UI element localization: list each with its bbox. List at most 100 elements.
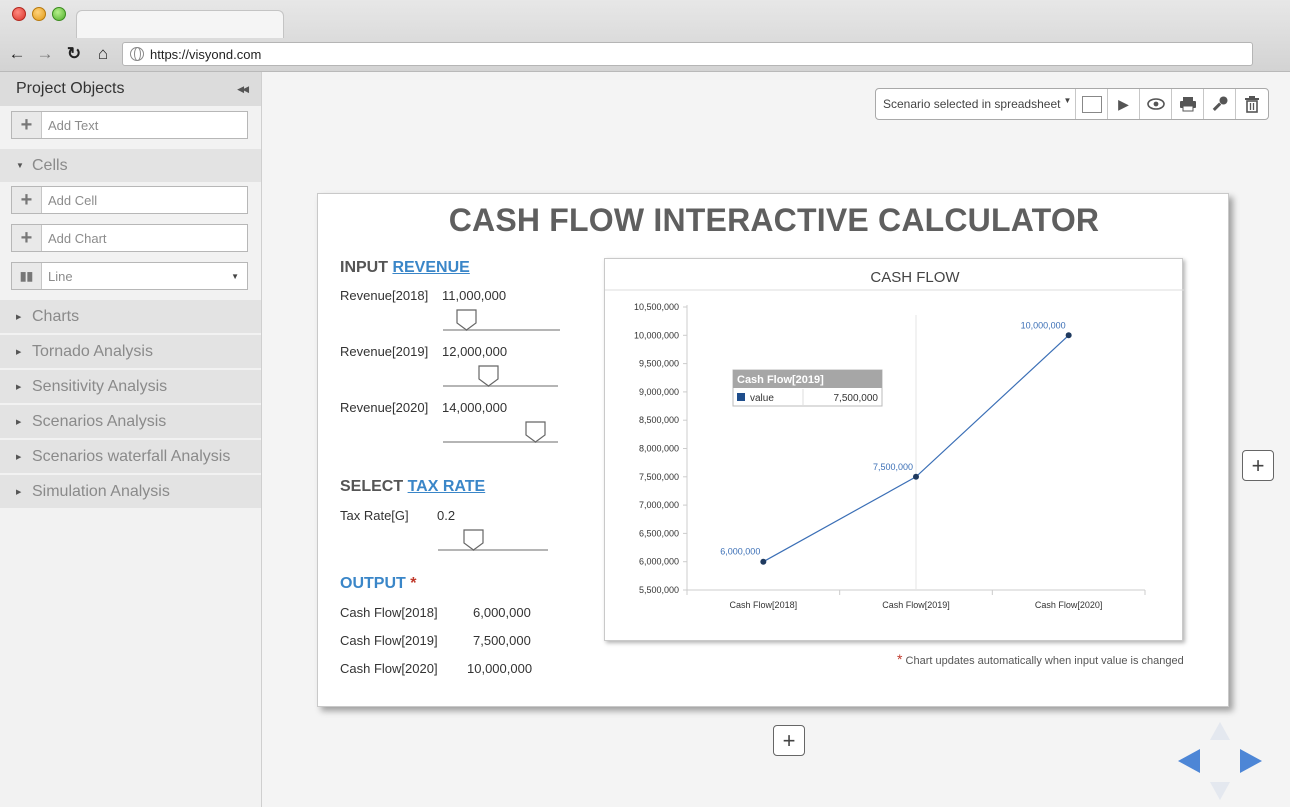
sidebar-section-charts[interactable]: ▶ Charts (0, 300, 261, 333)
add-block-right-button[interactable]: + (1242, 450, 1274, 481)
add-cell-button[interactable]: + Add Cell (11, 186, 248, 214)
revenue-2020-slider-handle[interactable] (525, 421, 546, 443)
nav-right-arrow-icon[interactable] (1240, 749, 1262, 773)
maximize-window-button[interactable] (52, 7, 66, 21)
y-tick-label: 5,500,000 (639, 585, 679, 595)
back-arrow-icon[interactable]: ← (6, 43, 28, 65)
tooltip-title: Cash Flow[2019] (737, 374, 824, 386)
sidebar-section-scenarios-analysis[interactable]: ▶ Scenarios Analysis (0, 405, 261, 438)
nav-up-arrow-icon[interactable] (1210, 722, 1230, 740)
cashflow-2020-label: Cash Flow[2020] (340, 661, 438, 676)
close-window-button[interactable] (12, 7, 26, 21)
revenue-link[interactable]: REVENUE (392, 259, 469, 276)
revenue-2020-label: Revenue[2020] (340, 400, 429, 415)
tax-rate-slider-handle[interactable] (463, 529, 484, 551)
tax-rate-slider-track[interactable] (438, 549, 548, 551)
sidebar-section-tornado-analysis[interactable]: ▶ Tornado Analysis (0, 335, 261, 368)
add-chart-button[interactable]: + Add Chart (11, 224, 248, 252)
cash-flow-chart: CASH FLOW 5,500,000 6,000,000 6,500,000 7,00… (605, 269, 1184, 610)
cells-section[interactable]: ▼ Cells (0, 149, 261, 182)
data-label: 10,000,000 (1021, 320, 1066, 330)
add-chart-label: Add Chart (48, 230, 107, 246)
plus-icon: + (12, 225, 42, 251)
revenue-2019-label: Revenue[2019] (340, 344, 429, 359)
browser-toolbar: ← → ↻ ⌂ https://visyond.com (0, 0, 1290, 72)
select-heading: SELECT TAX RATE (340, 478, 485, 496)
revenue-2018-slider-handle[interactable] (456, 309, 477, 331)
caret-right-icon: ▶ (16, 418, 22, 426)
y-tick-label: 9,500,000 (639, 359, 679, 369)
caret-right-icon: ▶ (16, 488, 22, 496)
sidebar-section-label: Scenarios waterfall Analysis (32, 447, 231, 465)
tax-rate-label: Tax Rate[G] (340, 508, 409, 523)
plus-icon: + (782, 727, 796, 753)
caret-right-icon: ▶ (16, 383, 22, 391)
sidebar-section-label: Tornado Analysis (32, 342, 153, 360)
x-tick-label: Cash Flow[2019] (882, 600, 950, 610)
cashflow-2019-value: 7,500,000 (473, 633, 531, 648)
cells-section-label: Cells (32, 156, 68, 174)
collapse-sidebar-icon[interactable]: ◀◀ (237, 84, 249, 95)
output-heading-label: OUTPUT (340, 575, 406, 592)
chart-title: CASH FLOW (870, 269, 960, 286)
scenario-select-label: Scenario selected in spreadsheet (883, 97, 1061, 111)
color-swatch-button[interactable] (1076, 89, 1108, 119)
navigation-pad (1178, 722, 1262, 800)
address-bar[interactable]: https://visyond.com (122, 42, 1253, 66)
input-heading: INPUT REVENUE (340, 259, 470, 277)
delete-button[interactable] (1236, 89, 1268, 119)
key-button[interactable] (1204, 89, 1236, 119)
scenario-select[interactable]: Scenario selected in spreadsheet ▼ (876, 89, 1076, 119)
caret-right-icon: ▶ (16, 453, 22, 461)
sidebar-section-sensitivity-analysis[interactable]: ▶ Sensitivity Analysis (0, 370, 261, 403)
y-tick-label: 6,000,000 (639, 557, 679, 567)
add-block-below-button[interactable]: + (773, 725, 805, 756)
chart-type-select[interactable]: ▮▮ Line ▼ (11, 262, 248, 290)
caret-right-icon: ▶ (16, 313, 22, 321)
preview-button[interactable] (1140, 89, 1172, 119)
reload-icon[interactable]: ↻ (63, 43, 85, 65)
forward-arrow-icon[interactable]: → (34, 43, 56, 65)
page-title: CASH FLOW INTERACTIVE CALCULATOR (448, 202, 1100, 238)
y-tick-label: 9,000,000 (639, 387, 679, 397)
revenue-2018-label: Revenue[2018] (340, 288, 429, 303)
home-icon[interactable]: ⌂ (92, 43, 114, 65)
data-label: 6,000,000 (720, 547, 760, 557)
data-point (1065, 332, 1072, 339)
plus-icon: + (12, 112, 42, 138)
sidebar-section-simulation-analysis[interactable]: ▶ Simulation Analysis (0, 475, 261, 508)
revenue-2019-value: 12,000,000 (442, 344, 508, 359)
sidebar-section-label: Charts (32, 307, 80, 325)
canvas-toolbar: Scenario selected in spreadsheet ▼ ▶ (875, 88, 1269, 120)
nav-down-arrow-icon[interactable] (1210, 782, 1230, 800)
add-text-label: Add Text (48, 117, 99, 133)
play-button[interactable]: ▶ (1108, 89, 1140, 119)
y-tick-label: 7,500,000 (639, 472, 679, 482)
browser-tab[interactable] (76, 10, 284, 38)
revenue-2019-slider-track[interactable] (443, 385, 558, 387)
sidebar-section-scenarios-waterfall-analysis[interactable]: ▶ Scenarios waterfall Analysis (0, 440, 261, 473)
revenue-2020-value: 14,000,000 (442, 400, 508, 415)
chart-type-value: Line (48, 268, 73, 284)
key-icon (1212, 96, 1227, 111)
tooltip-series-name: value (750, 393, 774, 404)
sidebar-sections: ▶ Charts ▶ Tornado Analysis ▶ Sensitivity Ana… (0, 300, 261, 508)
cashflow-2020-value: 10,000,000 (467, 661, 533, 676)
select-heading-prefix: SELECT (340, 478, 404, 495)
url-text: https://visyond.com (150, 46, 262, 62)
cashflow-2018-value: 6,000,000 (473, 605, 531, 620)
output-heading: OUTPUT * (340, 575, 416, 593)
revenue-2019-slider-handle[interactable] (478, 365, 499, 387)
add-text-button[interactable]: + Add Text (11, 111, 248, 139)
minimize-window-button[interactable] (32, 7, 46, 21)
y-tick-label: 7,000,000 (639, 500, 679, 510)
play-icon: ▶ (1118, 95, 1129, 112)
y-tick-label: 10,000,000 (634, 330, 679, 340)
y-tick-label: 8,000,000 (639, 444, 679, 454)
caret-down-icon: ▼ (16, 161, 24, 170)
print-button[interactable] (1172, 89, 1204, 119)
sidebar-section-label: Scenarios Analysis (32, 412, 167, 430)
project-objects-sidebar: Project Objects ◀◀ + Add Text ▼ Cells + … (0, 72, 262, 807)
tax-rate-link[interactable]: TAX RATE (408, 478, 486, 495)
nav-left-arrow-icon[interactable] (1178, 749, 1200, 773)
